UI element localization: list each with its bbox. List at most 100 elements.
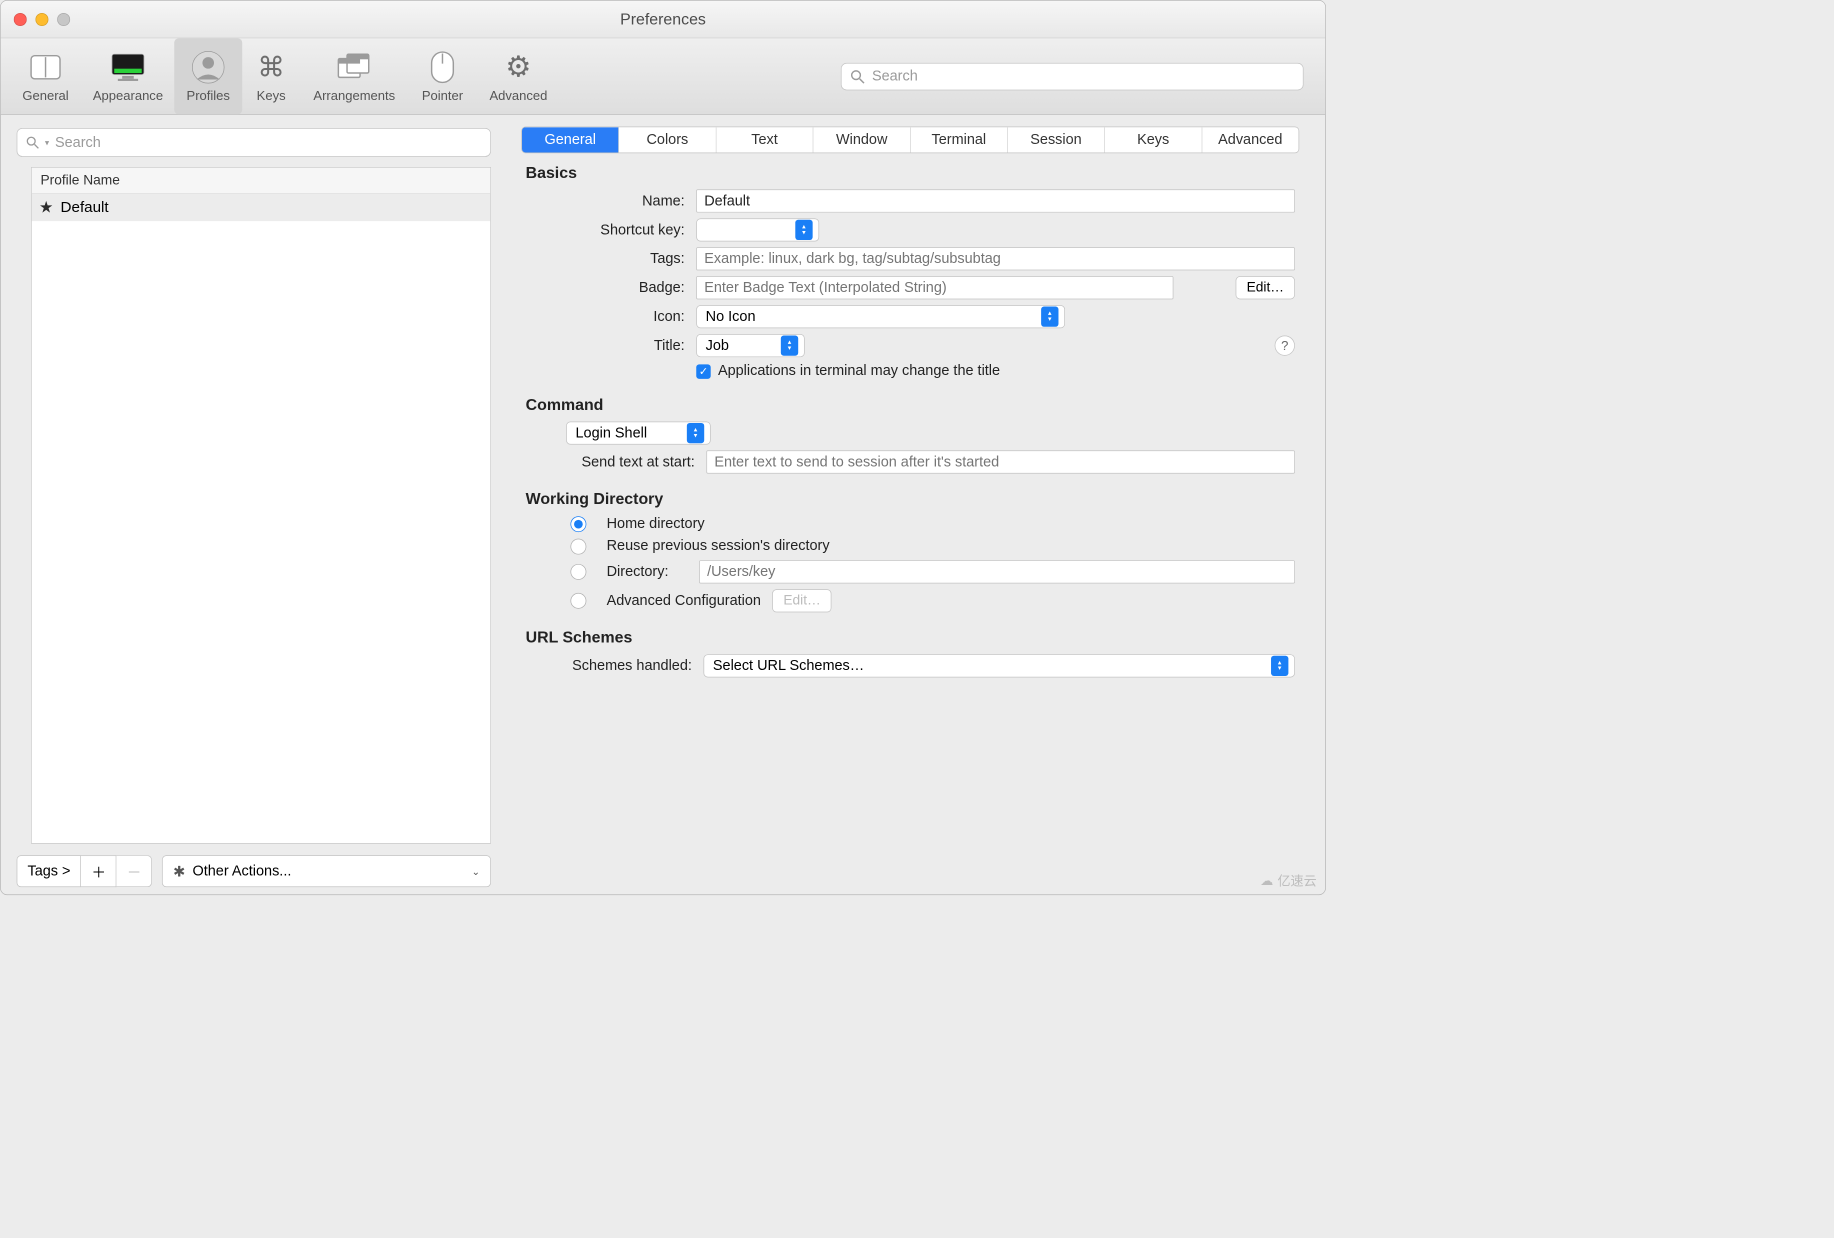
- schemes-select-value: Select URL Schemes…: [713, 658, 864, 675]
- toolbar-label: Arrangements: [313, 88, 395, 103]
- gear-icon: ⚙: [500, 49, 536, 85]
- tab-session[interactable]: Session: [1008, 127, 1105, 152]
- toolbar-label: Advanced: [489, 88, 547, 103]
- name-label: Name:: [526, 193, 685, 210]
- icon-label: Icon:: [526, 308, 685, 325]
- tab-terminal[interactable]: Terminal: [911, 127, 1008, 152]
- preferences-window: Preferences General Appearance Profiles …: [0, 0, 1326, 895]
- remove-profile-button[interactable]: －: [117, 855, 152, 887]
- tab-text[interactable]: Text: [716, 127, 813, 152]
- search-icon: [850, 69, 864, 83]
- apps-change-title-label: Applications in terminal may change the …: [718, 363, 1000, 380]
- shortcut-label: Shortcut key:: [526, 222, 685, 239]
- badge-edit-button[interactable]: Edit…: [1236, 276, 1295, 299]
- right-pane: General Colors Text Window Terminal Sess…: [500, 115, 1326, 894]
- tab-general[interactable]: General: [522, 127, 619, 152]
- toolbar-profiles[interactable]: Profiles: [174, 38, 242, 114]
- badge-label: Badge:: [526, 279, 685, 296]
- radio-directory[interactable]: [570, 564, 586, 580]
- tags-input[interactable]: [696, 247, 1295, 270]
- radio-advanced-config[interactable]: [570, 593, 586, 609]
- tab-window[interactable]: Window: [813, 127, 910, 152]
- stepper-icon: [781, 335, 798, 355]
- profiles-empty-area: [32, 221, 490, 843]
- gear-icon: ✱: [173, 862, 185, 880]
- title-help-button[interactable]: ?: [1275, 335, 1295, 355]
- profile-tabs: General Colors Text Window Terminal Sess…: [521, 127, 1299, 154]
- icon-select[interactable]: No Icon: [696, 305, 1065, 328]
- toolbar-general[interactable]: General: [9, 38, 81, 114]
- toolbar-advanced[interactable]: ⚙ Advanced: [476, 38, 560, 114]
- profiles-search-placeholder: Search: [55, 134, 101, 151]
- section-url-schemes: URL Schemes Schemes handled: Select URL …: [526, 628, 1295, 677]
- toolbar-label: Pointer: [422, 88, 463, 103]
- watermark: ☁ 亿速云: [1260, 871, 1316, 890]
- wd-edit-button[interactable]: Edit…: [773, 589, 832, 612]
- profiles-column-header[interactable]: Profile Name: [32, 168, 490, 194]
- windows-icon: [336, 49, 372, 85]
- toolbar-keys[interactable]: ⌘ Keys: [242, 38, 300, 114]
- toolbar-label: General: [22, 88, 68, 103]
- cloud-icon: ☁: [1260, 873, 1273, 888]
- star-icon: ★: [39, 198, 53, 217]
- radio-reuse-label: Reuse previous session's directory: [607, 538, 830, 555]
- tags-label: Tags:: [526, 251, 685, 268]
- tab-advanced[interactable]: Advanced: [1202, 127, 1298, 152]
- toolbar-appearance[interactable]: Appearance: [82, 38, 175, 114]
- profiles-table: Profile Name ★ Default: [31, 167, 491, 844]
- left-pane: ▾ Search Profile Name ★ Default Tags > ＋…: [1, 115, 500, 894]
- toolbar-label: Appearance: [93, 88, 163, 103]
- toolbar: General Appearance Profiles ⌘ Keys Arran…: [1, 38, 1326, 115]
- section-title-wd: Working Directory: [526, 489, 1295, 508]
- chevron-down-icon: ⌄: [472, 865, 480, 877]
- badge-input[interactable]: [696, 276, 1173, 299]
- send-start-label: Send text at start:: [526, 454, 695, 471]
- tab-colors[interactable]: Colors: [619, 127, 716, 152]
- mouse-icon: [424, 49, 460, 85]
- title-select-value: Job: [706, 337, 729, 354]
- shortcut-key-select[interactable]: [696, 218, 819, 241]
- toolbar-pointer[interactable]: Pointer: [408, 38, 476, 114]
- switch-icon: [27, 49, 63, 85]
- toolbar-search-input[interactable]: Search: [841, 63, 1304, 90]
- section-working-directory: Working Directory Home directory Reuse p…: [526, 489, 1295, 612]
- name-input[interactable]: [696, 189, 1295, 212]
- profiles-bottom-bar: Tags > ＋ － ✱ Other Actions... ⌄: [17, 855, 491, 887]
- section-command: Command Login Shell Send text at start:: [526, 395, 1295, 473]
- tags-button[interactable]: Tags >: [17, 855, 82, 887]
- icon-select-value: No Icon: [706, 308, 756, 325]
- radio-reuse-directory[interactable]: [570, 538, 586, 554]
- window-title: Preferences: [1, 10, 1326, 29]
- chevron-down-icon: ▾: [45, 137, 49, 147]
- toolbar-label: Keys: [257, 88, 286, 103]
- titlebar: Preferences: [1, 1, 1326, 39]
- section-basics: Basics Name: Shortcut key: Tags:: [526, 163, 1295, 379]
- schemes-select[interactable]: Select URL Schemes…: [703, 654, 1294, 677]
- directory-input[interactable]: [699, 560, 1295, 583]
- stepper-icon: [1041, 307, 1058, 327]
- stepper-icon: [687, 423, 704, 443]
- profiles-search-input[interactable]: ▾ Search: [17, 128, 491, 157]
- toolbar-label: Profiles: [187, 88, 230, 103]
- title-label: Title:: [526, 337, 685, 354]
- command-shell-select[interactable]: Login Shell: [566, 422, 711, 445]
- apps-change-title-checkbox[interactable]: ✓ Applications in terminal may change th…: [696, 363, 1000, 380]
- profile-row-default[interactable]: ★ Default: [32, 194, 490, 221]
- add-profile-button[interactable]: ＋: [81, 855, 116, 887]
- person-icon: [190, 49, 226, 85]
- other-actions-dropdown[interactable]: ✱ Other Actions... ⌄: [162, 855, 491, 887]
- section-title-command: Command: [526, 395, 1295, 414]
- watermark-text: 亿速云: [1278, 871, 1317, 890]
- toolbar-search-wrap: Search: [841, 38, 1317, 114]
- search-icon: [26, 136, 39, 149]
- radio-home-label: Home directory: [607, 515, 705, 532]
- radio-directory-label: Directory:: [607, 564, 688, 581]
- title-select[interactable]: Job: [696, 334, 804, 357]
- radio-home-directory[interactable]: [570, 516, 586, 532]
- radio-advanced-label: Advanced Configuration: [607, 592, 761, 609]
- toolbar-arrangements[interactable]: Arrangements: [300, 38, 408, 114]
- send-start-input[interactable]: [706, 450, 1295, 473]
- tab-keys[interactable]: Keys: [1105, 127, 1202, 152]
- other-actions-label: Other Actions...: [192, 863, 291, 880]
- stepper-icon: [795, 220, 812, 240]
